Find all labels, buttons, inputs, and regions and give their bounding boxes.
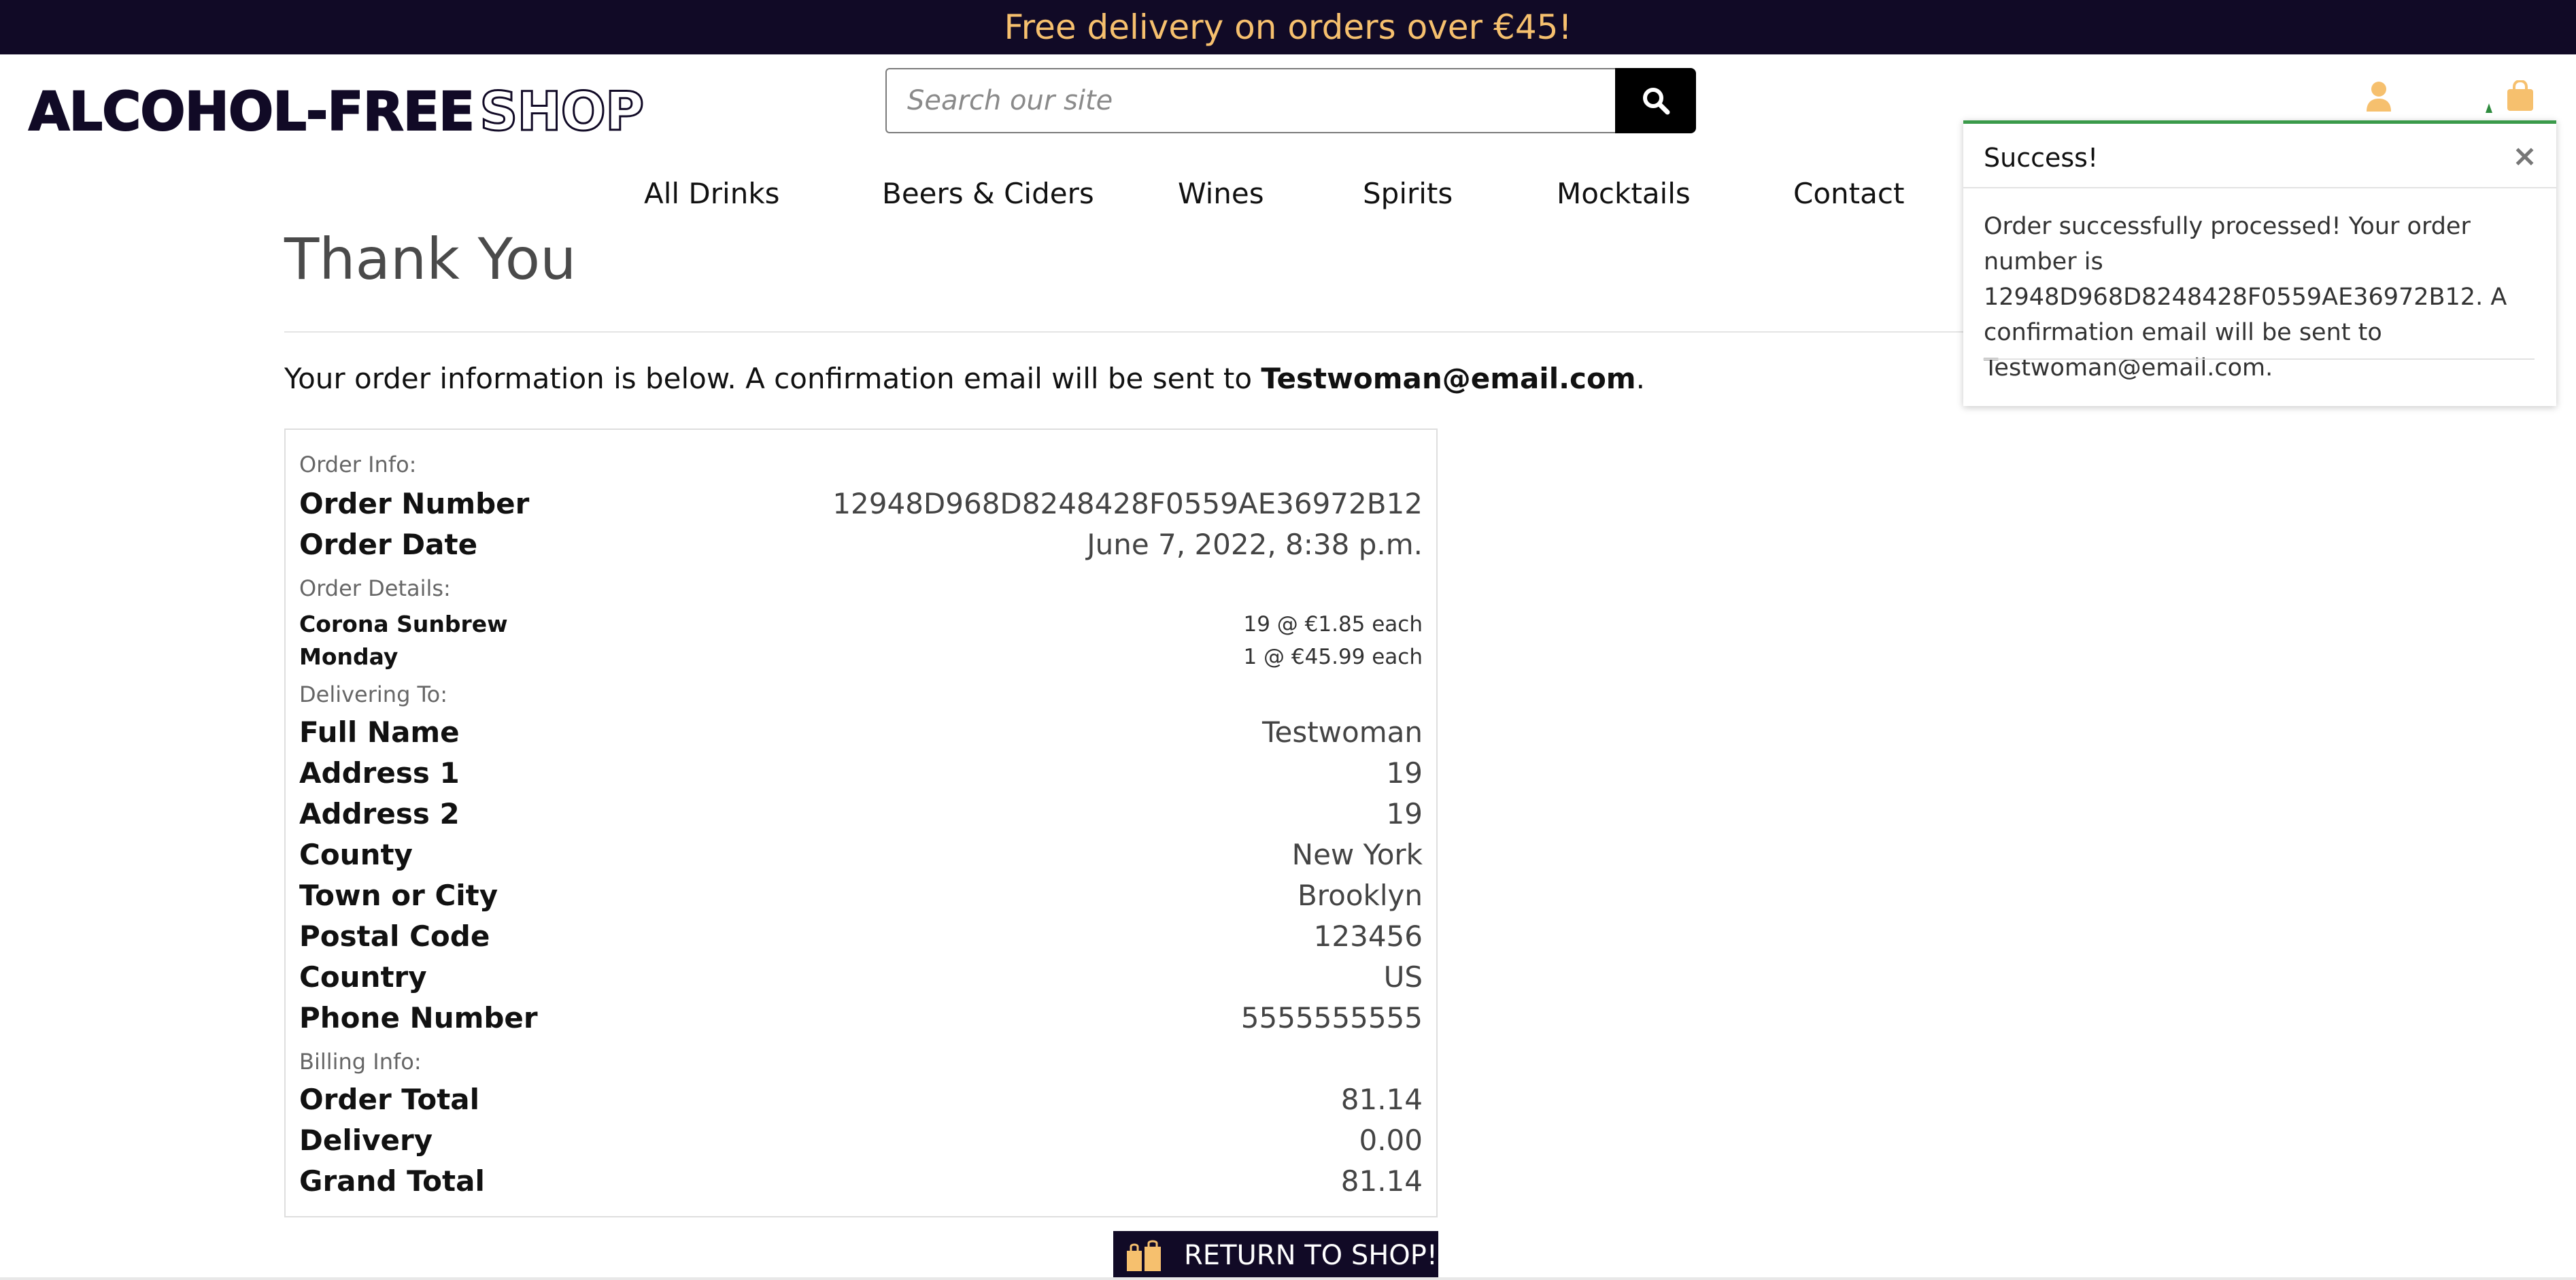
intro-prefix: Your order information is below. A confi… <box>284 362 1261 395</box>
delivery-value: 19 <box>1386 797 1423 830</box>
return-to-shop-label: RETURN TO SHOP! <box>1184 1240 1438 1271</box>
logo-text-alcohol-free: ALCOHOL-FREE <box>28 81 475 144</box>
search-icon <box>1642 88 1670 115</box>
order-number-row: Order Number 12948D968D8248428F0559AE369… <box>299 487 1423 520</box>
success-toast: Success! × Order successfully processed!… <box>1963 120 2556 406</box>
delivery-label: Postal Code <box>299 920 490 953</box>
delivery-value: 5555555555 <box>1240 1001 1423 1034</box>
delivery-value: US <box>1383 960 1423 994</box>
line-item-row: Corona Sunbrew 19 @ €1.85 each <box>299 611 1423 637</box>
nav-item-all-drinks[interactable]: All Drinks <box>644 177 780 210</box>
delivery-row-address-2: Address 2 19 <box>299 797 1423 830</box>
toast-pointer <box>2486 103 2492 113</box>
delivery-row-town-city: Town or City Brooklyn <box>299 879 1423 912</box>
billing-row-delivery: Delivery 0.00 <box>299 1124 1423 1157</box>
line-item-name: Corona Sunbrew <box>299 611 508 637</box>
delivery-row-address-1: Address 1 19 <box>299 756 1423 790</box>
section-label-order-info: Order Info: <box>299 452 417 477</box>
billing-value: 81.14 <box>1340 1164 1423 1198</box>
delivery-row-country: Country US <box>299 960 1423 994</box>
search-bar <box>885 68 1696 133</box>
billing-label: Grand Total <box>299 1164 485 1198</box>
billing-row-order-total: Order Total 81.14 <box>299 1083 1423 1116</box>
line-item-row: Monday 1 @ €45.99 each <box>299 643 1423 670</box>
user-icon[interactable] <box>2365 80 2392 113</box>
order-number-label: Order Number <box>299 487 530 520</box>
order-number-value: 12948D968D8248428F0559AE36972B12 <box>832 487 1423 520</box>
billing-value: 81.14 <box>1340 1083 1423 1116</box>
billing-row-grand-total: Grand Total 81.14 <box>299 1164 1423 1198</box>
delivery-label: County <box>299 838 413 871</box>
logo-text-shop: SHOP <box>479 81 645 144</box>
delivery-value: Brooklyn <box>1297 879 1423 912</box>
search-button[interactable] <box>1615 68 1696 133</box>
order-intro-text: Your order information is below. A confi… <box>284 362 1645 395</box>
delivery-value: Testwoman <box>1261 715 1423 749</box>
intro-email: Testwoman@email.com <box>1261 362 1636 395</box>
delivery-label: Address 2 <box>299 797 460 830</box>
order-date-row: Order Date June 7, 2022, 8:38 p.m. <box>299 528 1423 561</box>
section-label-order-details: Order Details: <box>299 575 451 601</box>
gift-bag-icon <box>1127 1240 1161 1271</box>
nav-item-spirits[interactable]: Spirits <box>1363 177 1453 210</box>
nav-item-contact[interactable]: Contact <box>1793 177 1904 210</box>
toast-title: Success! <box>1984 143 2099 173</box>
nav-item-mocktails[interactable]: Mocktails <box>1557 177 1691 210</box>
intro-suffix: . <box>1636 362 1645 395</box>
delivery-row-postal-code: Postal Code 123456 <box>299 920 1423 953</box>
nav-item-wines[interactable]: Wines <box>1178 177 1264 210</box>
promo-banner: Free delivery on orders over €45! <box>0 0 2576 54</box>
nav-item-beers-ciders[interactable]: Beers & Ciders <box>882 177 1094 210</box>
site-logo[interactable]: ALCOHOL-FREE SHOP <box>28 81 645 144</box>
order-summary-card: Order Info: Order Number 12948D968D82484… <box>284 428 1438 1217</box>
toast-divider <box>1984 358 2535 360</box>
delivery-row-phone: Phone Number 5555555555 <box>299 1001 1423 1034</box>
page-bottom-edge <box>0 1277 2576 1280</box>
billing-label: Delivery <box>299 1124 433 1157</box>
line-item-name: Monday <box>299 643 399 670</box>
line-item-quantity: 1 @ €45.99 each <box>1243 644 1423 669</box>
order-date-value: June 7, 2022, 8:38 p.m. <box>1087 528 1423 561</box>
delivery-value: New York <box>1291 838 1423 871</box>
section-label-delivering-to: Delivering To: <box>299 681 448 707</box>
delivery-label: Country <box>299 960 427 994</box>
delivery-label: Town or City <box>299 879 498 912</box>
billing-label: Order Total <box>299 1083 480 1116</box>
page-title: Thank You <box>284 226 577 292</box>
delivery-value: 123456 <box>1313 920 1423 953</box>
order-date-label: Order Date <box>299 528 478 561</box>
search-input[interactable] <box>885 68 1615 133</box>
delivery-label: Address 1 <box>299 756 460 790</box>
delivery-label: Phone Number <box>299 1001 538 1034</box>
toast-header: Success! × <box>1963 124 2556 188</box>
line-item-quantity: 19 @ €1.85 each <box>1243 611 1423 637</box>
section-label-billing-info: Billing Info: <box>299 1049 422 1075</box>
delivery-label: Full Name <box>299 715 460 749</box>
delivery-row-full-name: Full Name Testwoman <box>299 715 1423 749</box>
delivery-row-county: County New York <box>299 838 1423 871</box>
close-icon[interactable]: × <box>2512 139 2537 173</box>
return-to-shop-button[interactable]: RETURN TO SHOP! <box>1113 1231 1438 1280</box>
delivery-value: 19 <box>1386 756 1423 790</box>
shopping-bag-icon[interactable] <box>2505 80 2535 112</box>
promo-banner-text: Free delivery on orders over €45! <box>1004 7 1572 47</box>
billing-value: 0.00 <box>1359 1124 1423 1157</box>
